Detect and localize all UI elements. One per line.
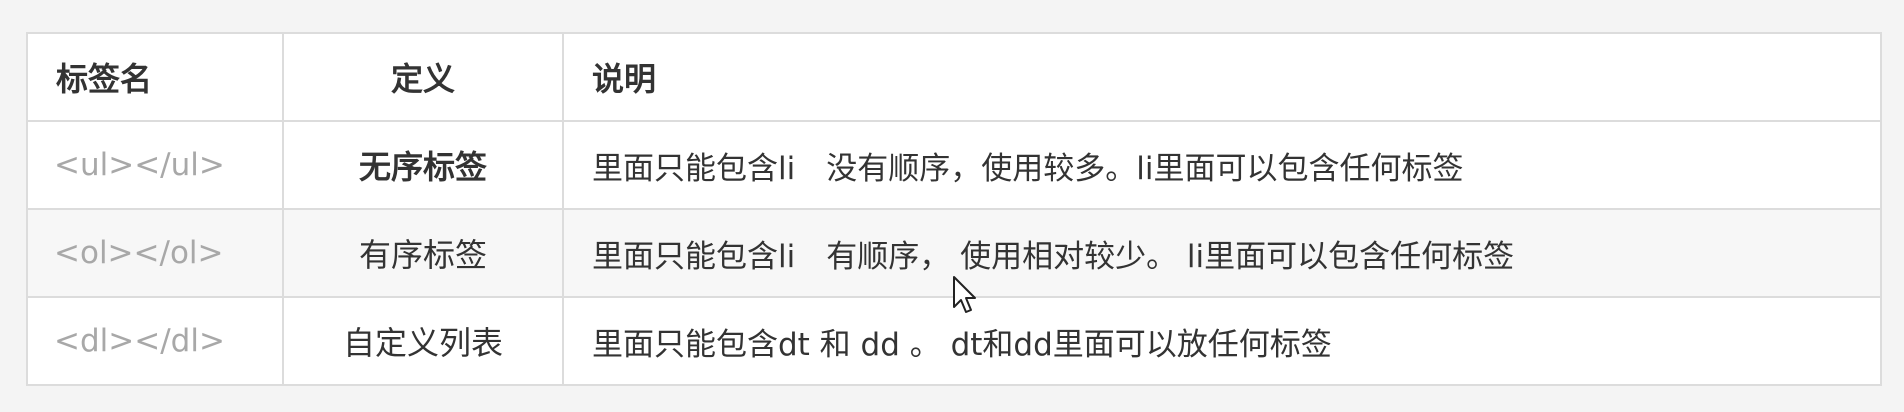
table-row: <dl></dl> 自定义列表 里面只能包含dt 和 dd 。 dt和dd里面可… bbox=[26, 296, 1882, 386]
tag-cell: <ol></ol> bbox=[26, 208, 284, 298]
description-cell: 里面只能包含dt 和 dd 。 dt和dd里面可以放任何标签 bbox=[562, 296, 1882, 386]
definition-cell: 有序标签 bbox=[282, 208, 564, 298]
table-row: <ul></ul> 无序标签 里面只能包含li 没有顺序，使用较多。li里面可以… bbox=[26, 120, 1882, 210]
list-tags-table: 标签名 定义 说明 <ul></ul> 无序标签 里面只能包含li 没有顺序，使… bbox=[26, 32, 1882, 386]
tag-cell: <ul></ul> bbox=[26, 120, 284, 210]
description-cell: 里面只能包含li 有顺序， 使用相对较少。 li里面可以包含任何标签 bbox=[562, 208, 1882, 298]
definition-cell: 自定义列表 bbox=[282, 296, 564, 386]
header-definition: 定义 bbox=[282, 32, 564, 122]
definition-cell: 无序标签 bbox=[282, 120, 564, 210]
header-description: 说明 bbox=[562, 32, 1882, 122]
page: 标签名 定义 说明 <ul></ul> 无序标签 里面只能包含li 没有顺序，使… bbox=[0, 0, 1904, 412]
table-header-row: 标签名 定义 说明 bbox=[26, 32, 1882, 122]
header-tag-name: 标签名 bbox=[26, 32, 284, 122]
table-row: <ol></ol> 有序标签 里面只能包含li 有顺序， 使用相对较少。 li里… bbox=[26, 208, 1882, 298]
tag-cell: <dl></dl> bbox=[26, 296, 284, 386]
description-cell: 里面只能包含li 没有顺序，使用较多。li里面可以包含任何标签 bbox=[562, 120, 1882, 210]
